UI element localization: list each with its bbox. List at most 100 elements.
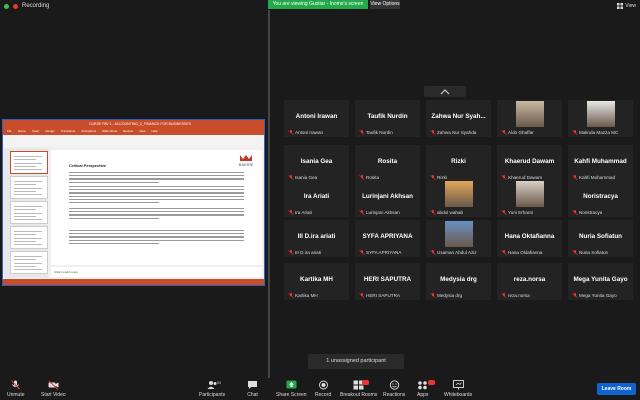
participant-tile[interactable]: Kahfi Muhammad Kahfi Muhammad — [568, 145, 633, 182]
participant-display-name: III D.ira ariati — [297, 233, 336, 240]
chat-icon — [248, 381, 257, 389]
participant-label: reza.norsa — [508, 293, 530, 298]
participant-name-tag: Lurinjani Akhsan — [359, 210, 400, 215]
breakout-notification-badge — [362, 380, 369, 385]
smiley-icon — [389, 380, 399, 390]
participant-name-tag: HERI SAPUTRA — [359, 293, 400, 298]
muted-mic-icon — [572, 130, 578, 135]
participant-label: Ira Ariati — [295, 210, 312, 215]
breakout-rooms-label: Breakout Rooms — [340, 392, 378, 398]
participant-display-name: Ira Ariati — [303, 193, 330, 200]
participant-name-tag: abdul wahab — [430, 210, 463, 215]
ribbon-tab: Transitions — [60, 129, 76, 133]
share-screen-icon — [286, 380, 297, 389]
recording-indicator[interactable]: Recording — [4, 3, 49, 9]
slide-thumbnails — [4, 148, 48, 278]
slide-heading: Critical Perspective — [69, 163, 107, 168]
participant-display-name: Rizki — [451, 158, 466, 165]
participant-display-name: Noristracya — [583, 193, 618, 200]
participant-tile[interactable]: abdul wahab — [426, 180, 491, 217]
participant-label: Noristracya — [579, 210, 603, 215]
chat-button[interactable]: Chat — [247, 380, 258, 398]
view-button[interactable]: View — [617, 3, 636, 9]
participant-tile[interactable]: Yuni Erhanti — [497, 180, 562, 217]
participant-video — [587, 101, 615, 127]
apps-button[interactable]: Apps — [417, 380, 428, 398]
ribbon-tab: Review — [123, 129, 133, 133]
participant-tile[interactable]: Antoni Irawan Antoni Irawan — [284, 100, 349, 137]
collapse-gallery-button[interactable] — [424, 86, 466, 97]
unmute-button[interactable]: Unmute — [7, 380, 25, 398]
view-label: View — [625, 3, 636, 9]
slide-canvas: Critical Perspective BAKRIE — [51, 150, 262, 265]
participant-label: Kartika MH — [295, 293, 318, 298]
slide-text-line — [69, 214, 244, 216]
unassigned-participant-notice[interactable]: 1 unassigned participant — [308, 354, 404, 369]
participant-tile[interactable]: Kartika MH Kartika MH — [284, 263, 349, 300]
participant-tile[interactable]: Lurinjani Akhsan Lurinjani Akhsan — [355, 180, 420, 217]
participant-tile[interactable]: III D.ira ariati III D.ira ariati — [284, 220, 349, 257]
ribbon-tab: Insert — [31, 129, 40, 133]
participant-display-name: Antoni Irawan — [295, 113, 338, 120]
grid-icon — [617, 3, 624, 9]
participant-tile[interactable]: Usaman Abdul Aziz — [426, 220, 491, 257]
participant-tile[interactable]: Rosita Rosita — [355, 145, 420, 182]
participant-display-name: reza.norsa — [513, 276, 546, 283]
record-icon — [318, 380, 328, 390]
record-button[interactable]: Record — [315, 380, 331, 398]
participant-label: Nuria Sofiatun — [579, 250, 609, 255]
muted-mic-icon — [288, 250, 294, 255]
muted-mic-icon — [572, 210, 578, 215]
breakout-rooms-button[interactable]: Breakout Rooms — [340, 380, 377, 398]
participant-tile[interactable]: Hana Oktafianna Hana Oldafianna — [497, 220, 562, 257]
participant-tile[interactable]: Mega Yunita Gayo Mega Yunita Gayo — [568, 263, 633, 300]
chevron-up-icon — [440, 88, 450, 94]
slide-thumbnail — [10, 251, 48, 274]
participant-display-name: Rosita — [377, 158, 398, 165]
participant-tile[interactable]: SYFA APRIYANA SYFA APRIYANA — [355, 220, 420, 257]
ppt-status-bar — [3, 279, 264, 285]
start-video-label: Start Video — [41, 392, 66, 398]
participant-tile[interactable]: Medysia drg Medysia drg — [426, 263, 491, 300]
participant-tile[interactable]: Ira Ariati Ira Ariati — [284, 180, 349, 217]
participant-tile[interactable]: reza.norsa reza.norsa — [497, 263, 562, 300]
participant-tile[interactable]: Khaerud Dawam Khaerud Dawam — [497, 145, 562, 182]
participant-name-tag: Ira Ariati — [288, 210, 312, 215]
muted-mic-icon — [572, 250, 578, 255]
microphone-muted-icon — [11, 380, 21, 390]
participant-tile[interactable]: Zahwa Nur Syah... Zahwa Nur Syahda — [426, 100, 491, 137]
participant-tile[interactable]: Aldo Ghaffar — [497, 100, 562, 137]
participant-tile[interactable]: Noristracya Noristracya — [568, 180, 633, 217]
chat-label: Chat — [247, 392, 258, 398]
participant-tile[interactable]: Taufik Nurdin Taufik Nurdin — [355, 100, 420, 137]
whiteboards-button[interactable]: Whiteboards — [444, 380, 472, 398]
slide-text-line — [69, 236, 244, 238]
participant-tile[interactable]: Isania Gea Isania Gea — [284, 145, 349, 182]
slide-text-line — [69, 239, 244, 241]
participant-tile[interactable]: Rizki Rizki — [426, 145, 491, 182]
muted-mic-icon — [572, 293, 578, 298]
participant-tile[interactable]: HERI SAPUTRA HERI SAPUTRA — [355, 263, 420, 300]
leave-room-button[interactable]: Leave Room — [597, 383, 636, 395]
muted-mic-icon — [430, 210, 436, 215]
ribbon-tab: Design — [45, 129, 55, 133]
participants-button[interactable]: Participants — [199, 380, 225, 398]
start-video-button[interactable]: Start Video — [41, 380, 66, 398]
participant-display-name: Zahwa Nur Syah... — [431, 113, 486, 120]
view-options-button[interactable]: View Options — [370, 0, 400, 9]
slide-text-line — [69, 192, 244, 194]
participant-tile[interactable]: Malinda Mazza MC — [568, 100, 633, 137]
participants-count: 53 — [217, 381, 221, 385]
security-shield-icon[interactable] — [4, 3, 9, 9]
shared-screen[interactable]: CURSE PAV 1 - ACCOUNTING_2_FINANCE FOR B… — [2, 119, 265, 286]
participant-name-tag: Usaman Abdul Aziz — [430, 250, 477, 255]
split-divider[interactable] — [268, 10, 270, 378]
slide-text-line — [69, 230, 244, 232]
muted-mic-icon — [430, 293, 436, 298]
participant-tile[interactable]: Nuria Sofiatun Nuria Sofiatun — [568, 220, 633, 257]
muted-mic-icon — [501, 130, 507, 135]
participants-label: Participants — [199, 392, 226, 398]
reactions-button[interactable]: Reactions — [383, 380, 405, 398]
slide-thumbnail — [10, 151, 48, 174]
share-screen-button[interactable]: Share Screen — [276, 380, 307, 398]
